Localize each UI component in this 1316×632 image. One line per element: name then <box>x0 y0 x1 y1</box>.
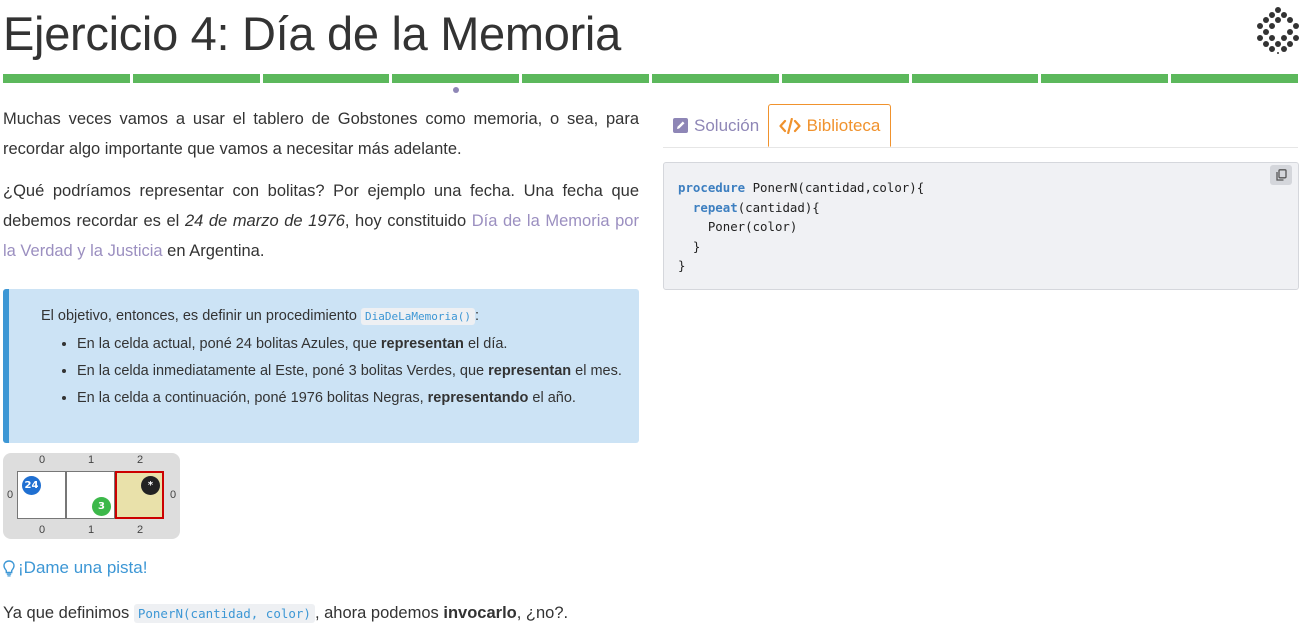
list-item: En la celda actual, poné 24 bolitas Azul… <box>77 331 657 358</box>
column-label-top: 2 <box>137 454 144 466</box>
code-text: } <box>678 258 686 274</box>
text: , hoy constituido <box>344 212 472 230</box>
code-text: Poner(color) <box>678 219 798 235</box>
code-text: (cantidad){ <box>737 199 820 215</box>
objective-list: En la celda actual, poné 24 bolitas Azul… <box>41 331 657 412</box>
progress-segment[interactable] <box>3 74 130 83</box>
tab-biblioteca[interactable]: Biblioteca <box>768 104 891 147</box>
progress-segment[interactable] <box>262 74 390 83</box>
list-item: En la celda a continuación, poné 1976 bo… <box>77 385 657 412</box>
column-label-bottom: 2 <box>137 524 144 536</box>
tab-solucion[interactable]: Solución <box>673 104 759 147</box>
bold-text: representan <box>380 336 464 352</box>
progress-segment[interactable] <box>522 74 649 83</box>
paragraph: ¿Qué podríamos representar con bolitas? … <box>3 176 639 266</box>
progress-segment[interactable] <box>1041 74 1169 83</box>
gobstones-board: 0 1 2 0 0 24 3 * 0 1 2 <box>3 453 180 539</box>
progress-segment[interactable] <box>911 74 1039 83</box>
keyword: procedure <box>678 180 746 195</box>
code-text: } <box>678 238 701 254</box>
page-title: Ejercicio 4: Día de la Memoria <box>3 7 621 60</box>
text: En la celda actual, poné 24 bolitas Azul… <box>77 336 381 352</box>
green-ball: 3 <box>92 497 111 516</box>
board-cell: 3 <box>66 471 115 519</box>
text: Ya que definimos <box>3 604 134 622</box>
progress-segment[interactable] <box>781 74 909 83</box>
paragraph: Muchas veces vamos a usar el tablero de … <box>3 110 639 158</box>
column-label-top: 1 <box>88 454 95 466</box>
progress-segment-current[interactable] <box>392 74 520 83</box>
column-label-bottom: 0 <box>39 524 46 536</box>
text: el año. <box>528 390 576 406</box>
blue-ball: 24 <box>22 476 41 495</box>
text: En la celda inmediatamente al Este, poné… <box>77 363 489 379</box>
text: en Argentina. <box>162 242 265 260</box>
code-content: procedure PonerN(cantidad,color){ repeat… <box>678 178 924 276</box>
callout-intro: El objetivo, entonces, es definir un pro… <box>41 308 479 325</box>
exercise-description: Muchas veces vamos a usar el tablero de … <box>3 104 639 266</box>
library-code-block: procedure PonerN(cantidad,color){ repeat… <box>663 162 1299 290</box>
list-item: En la celda inmediatamente al Este, poné… <box>77 358 657 385</box>
bold-text: representando <box>427 390 529 406</box>
black-ball: * <box>141 476 160 495</box>
text: , ¿no?. <box>516 604 569 622</box>
bold-text: invocarlo <box>443 604 517 622</box>
objective-callout: El objetivo, entonces, es definir un pro… <box>3 289 639 443</box>
row-label-left: 0 <box>7 489 14 501</box>
gobstones-logo-icon[interactable] <box>1256 6 1300 54</box>
progress-segment[interactable] <box>651 74 779 83</box>
date-text: 24 de marzo de 1976 <box>184 212 345 230</box>
text: el día. <box>463 336 508 352</box>
editor-tabs: Solución Biblioteca <box>663 104 1298 148</box>
follow-up-text: Ya que definimos PonerN(cantidad, color)… <box>3 604 568 623</box>
text: : <box>474 308 479 324</box>
edit-icon <box>673 118 688 133</box>
column-label-bottom: 1 <box>88 524 95 536</box>
board-cell-current: * <box>115 471 164 519</box>
current-exercise-indicator <box>453 87 459 93</box>
code-icon <box>779 117 801 134</box>
hint-label: ¡Dame una pista! <box>18 558 148 577</box>
keyword: repeat <box>692 199 738 215</box>
tab-label: Solución <box>694 115 760 135</box>
row-label-right: 0 <box>170 489 177 501</box>
text: El objetivo, entonces, es definir un pro… <box>41 308 361 324</box>
column-label-top: 0 <box>39 454 46 466</box>
procedure-name-code: DiaDeLaMemoria() <box>361 308 475 325</box>
copy-icon <box>1275 169 1287 181</box>
exercise-progress-bar <box>3 74 1298 84</box>
code-text: PonerN(cantidad,color){ <box>745 180 925 195</box>
text: En la celda a continuación, poné 1976 bo… <box>77 390 428 406</box>
text: el mes. <box>571 363 622 379</box>
tab-label: Biblioteca <box>806 115 881 135</box>
progress-segment[interactable] <box>132 74 260 83</box>
board-cell: 24 <box>17 471 66 519</box>
ponern-code: PonerN(cantidad, color) <box>133 604 315 623</box>
copy-code-button[interactable] <box>1270 165 1292 185</box>
lightbulb-icon <box>3 559 15 576</box>
text: , ahora podemos <box>314 604 444 622</box>
progress-segment[interactable] <box>1171 74 1298 83</box>
bold-text: representan <box>488 363 572 379</box>
hint-toggle[interactable]: ¡Dame una pista! <box>3 558 147 578</box>
